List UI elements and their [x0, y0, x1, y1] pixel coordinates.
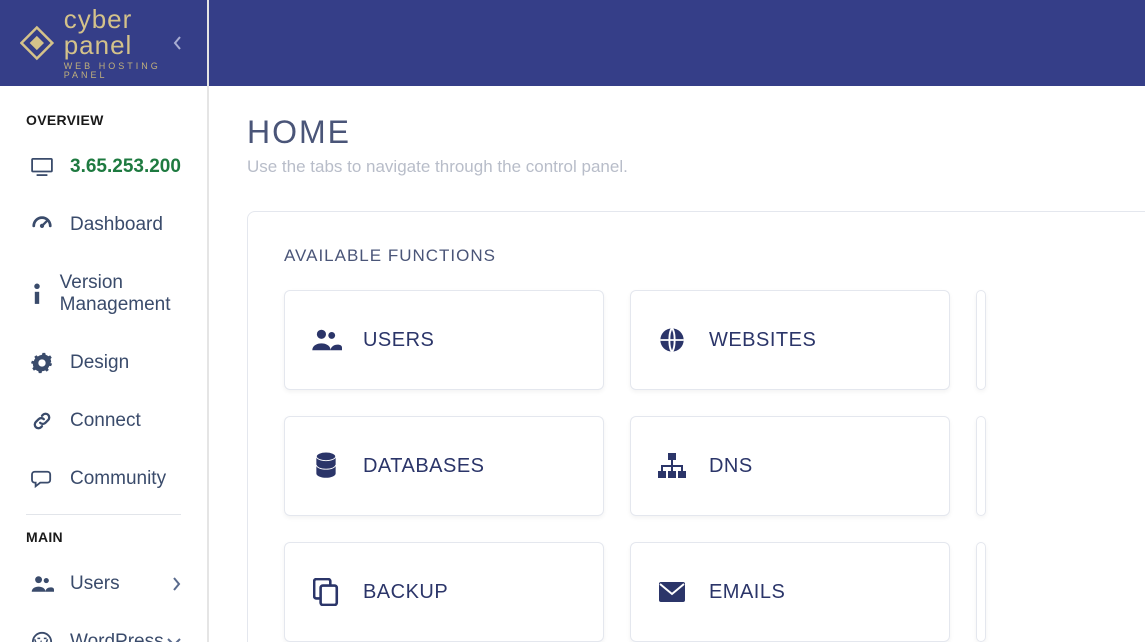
func-card-users[interactable]: USERS — [284, 290, 604, 390]
functions-grid: USERS WEBSITES DATABASES — [284, 290, 1145, 642]
nav-label: Dashboard — [70, 214, 163, 236]
nav-label: Community — [70, 468, 166, 490]
nav-label: WordPress — [70, 631, 164, 642]
sidebar-item-version[interactable]: Version Management — [0, 254, 207, 334]
right-pane: HOME Use the tabs to navigate through th… — [209, 0, 1145, 642]
gauge-icon — [26, 214, 58, 236]
envelope-icon — [655, 575, 689, 609]
func-card-databases[interactable]: DATABASES — [284, 416, 604, 516]
section-label-main: MAIN — [0, 521, 207, 555]
func-card-extra-2[interactable] — [976, 416, 986, 516]
nav-label: Users — [70, 573, 120, 595]
copy-icon — [309, 575, 343, 609]
page-title: HOME — [247, 114, 1145, 151]
monitor-icon — [26, 158, 58, 176]
sidebar-body: OVERVIEW 3.65.253.200 Dashboard Version … — [0, 86, 207, 642]
sidebar-item-design[interactable]: Design — [0, 334, 207, 392]
sidebar-item-community[interactable]: Community — [0, 450, 207, 508]
brand-logo[interactable]: cyber panel WEB HOSTING PANEL — [20, 6, 187, 80]
func-card-extra-1[interactable] — [976, 290, 986, 390]
main-content: HOME Use the tabs to navigate through th… — [209, 86, 1145, 642]
brand-subtitle: WEB HOSTING PANEL — [64, 62, 187, 80]
sidebar: cyber panel WEB HOSTING PANEL OVERVIEW 3… — [0, 0, 209, 642]
link-icon — [26, 410, 58, 432]
func-card-extra-3[interactable] — [976, 542, 986, 642]
page-subtitle: Use the tabs to navigate through the con… — [247, 157, 1145, 177]
nav-label: Version Management — [60, 272, 181, 316]
card-label: USERS — [363, 329, 434, 352]
logo-icon — [20, 23, 54, 63]
sidebar-header: cyber panel WEB HOSTING PANEL — [0, 0, 207, 86]
card-label: BACKUP — [363, 581, 448, 604]
divider — [26, 514, 181, 515]
chat-icon — [26, 469, 58, 489]
card-label: DATABASES — [363, 455, 485, 478]
globe-icon — [655, 323, 689, 357]
nav-label: 3.65.253.200 — [70, 156, 181, 178]
chevron-left-icon — [173, 36, 183, 50]
users-icon — [309, 323, 343, 357]
panel-title: AVAILABLE FUNCTIONS — [284, 246, 1145, 266]
wordpress-icon — [26, 631, 58, 642]
sitemap-icon — [655, 449, 689, 483]
gear-icon — [26, 352, 58, 374]
nav-label: Connect — [70, 410, 141, 432]
chevron-right-icon — [172, 577, 181, 591]
section-label-overview: OVERVIEW — [0, 104, 207, 138]
sidebar-item-ip[interactable]: 3.65.253.200 — [0, 138, 207, 196]
nav-label: Design — [70, 352, 129, 374]
sidebar-item-dashboard[interactable]: Dashboard — [0, 196, 207, 254]
chevron-down-icon — [167, 638, 181, 642]
topbar — [209, 0, 1145, 86]
database-icon — [309, 449, 343, 483]
card-label: DNS — [709, 455, 753, 478]
func-card-websites[interactable]: WEBSITES — [630, 290, 950, 390]
card-label: WEBSITES — [709, 329, 816, 352]
func-card-emails[interactable]: EMAILS — [630, 542, 950, 642]
sidebar-item-connect[interactable]: Connect — [0, 392, 207, 450]
sidebar-collapse-button[interactable] — [165, 30, 191, 56]
users-icon — [26, 574, 58, 594]
func-card-backup[interactable]: BACKUP — [284, 542, 604, 642]
sidebar-item-wordpress[interactable]: WordPress — [0, 613, 207, 642]
functions-panel: AVAILABLE FUNCTIONS USERS WEBSITES — [247, 211, 1145, 642]
func-card-dns[interactable]: DNS — [630, 416, 950, 516]
sidebar-item-users[interactable]: Users — [0, 555, 207, 613]
card-label: EMAILS — [709, 581, 785, 604]
info-icon — [26, 283, 48, 305]
